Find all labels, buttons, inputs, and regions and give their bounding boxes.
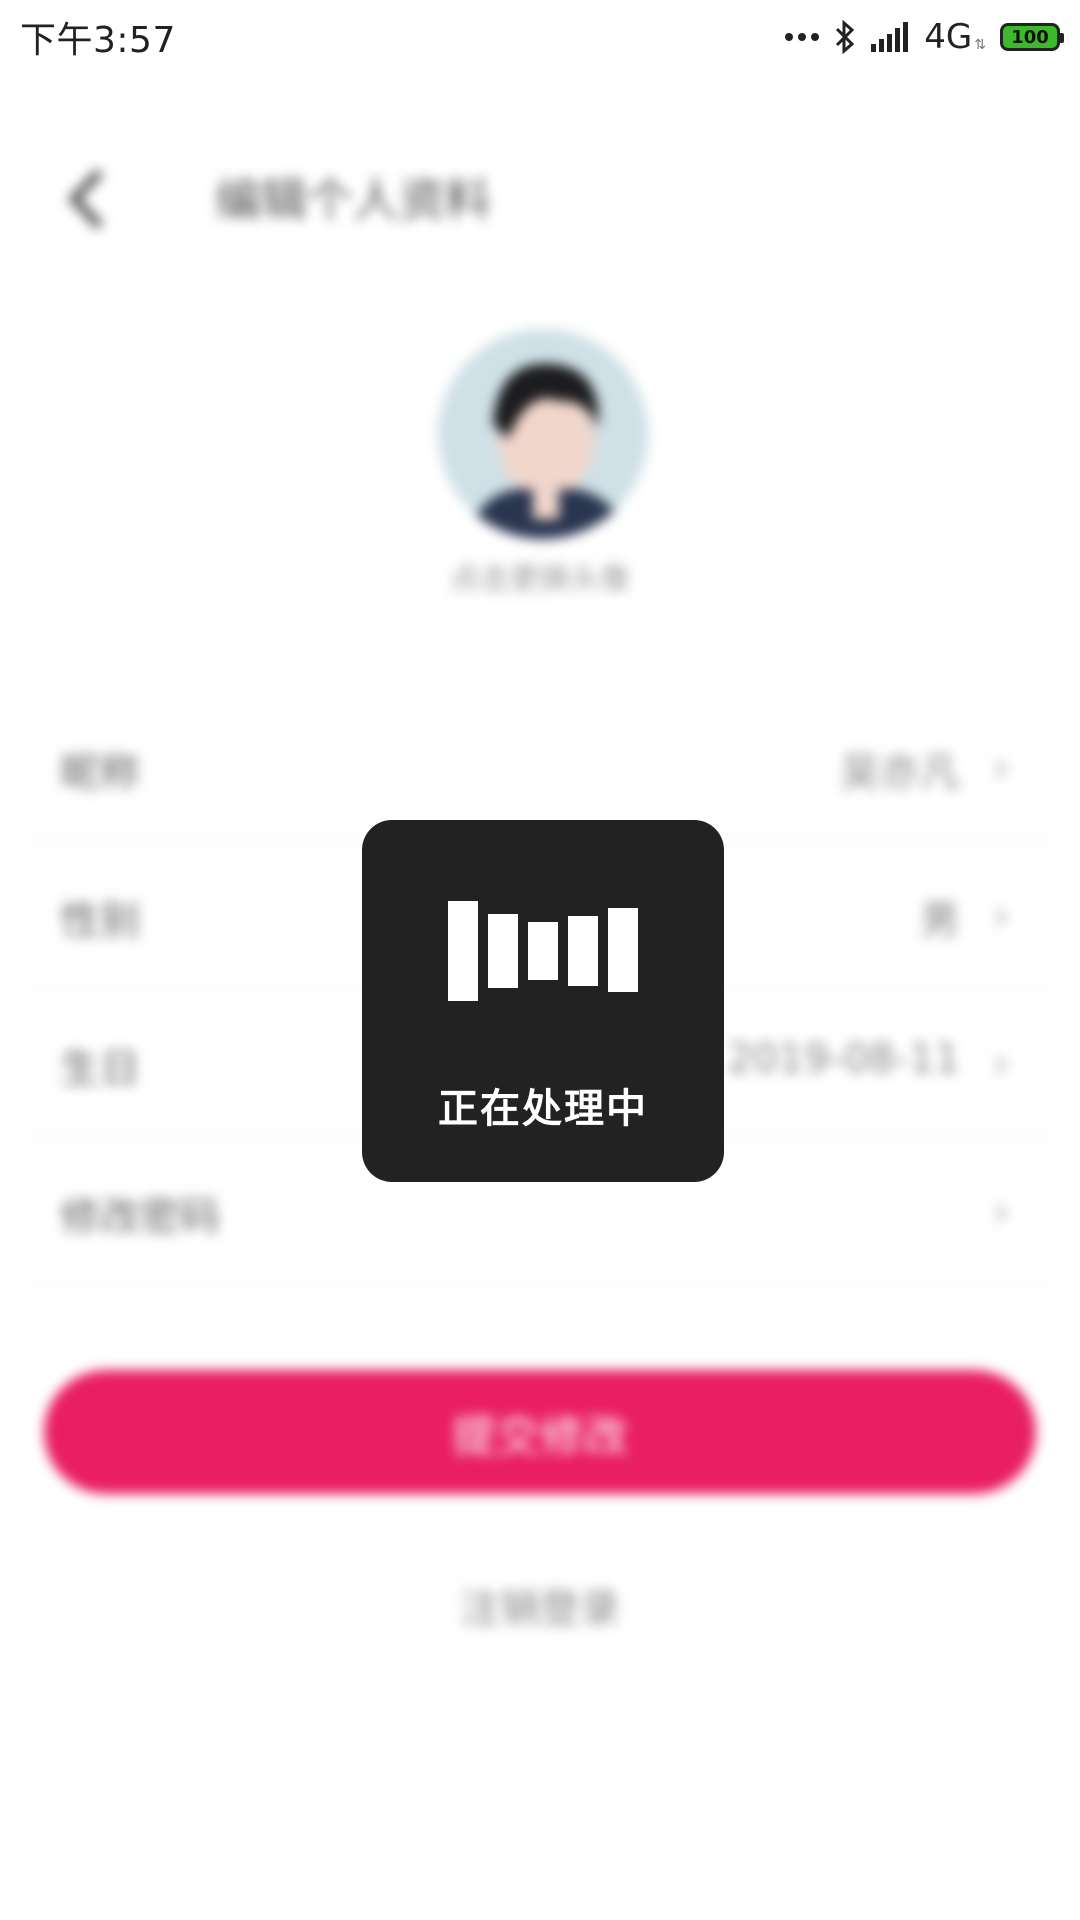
signal-icon [871,22,909,52]
row-value: 吴亦凡 [840,750,960,796]
page-title: 编辑个人资料 [215,173,491,227]
chevron-right-icon: › [992,1186,1010,1237]
back-arrow-icon[interactable] [60,164,120,234]
network-type: 4G ⇅ [924,17,986,57]
chevron-right-icon: › [992,1038,1010,1089]
status-bar: 下午3:57 4G ⇅ 100 [0,0,1080,74]
network-label: 4G [924,17,973,57]
data-arrows-icon: ⇅ [974,37,986,53]
avatar[interactable] [438,329,648,539]
status-icons: 4G ⇅ 100 [784,17,1064,57]
loading-text: 正在处理中 [438,1086,648,1132]
more-dots-icon [785,33,820,41]
row-label: 修改密码 [60,1194,220,1240]
submit-changes-button[interactable]: 提交修改 [44,1370,1036,1494]
avatar-hint: 点击更换头像 [450,562,630,597]
loading-bars-icon [448,901,638,1001]
row-label: 昵称 [60,750,140,796]
avatar-person-icon [438,329,648,539]
status-time: 下午3:57 [20,20,176,61]
row-label: 生日 [60,1046,140,1092]
row-value: 2019-08-11 [727,1036,960,1082]
row-value: 男 [920,898,960,944]
logout-link[interactable]: 注销登录 [0,1576,1080,1634]
loading-toast: 正在处理中 [362,820,724,1182]
row-label: 性别 [60,898,140,944]
battery-level: 100 [1011,26,1049,48]
chevron-right-icon: › [992,890,1010,941]
chevron-right-icon: › [992,742,1010,793]
battery-icon: 100 [1000,23,1064,51]
bluetooth-icon [836,20,855,54]
header: 编辑个人资料 [0,144,1080,244]
